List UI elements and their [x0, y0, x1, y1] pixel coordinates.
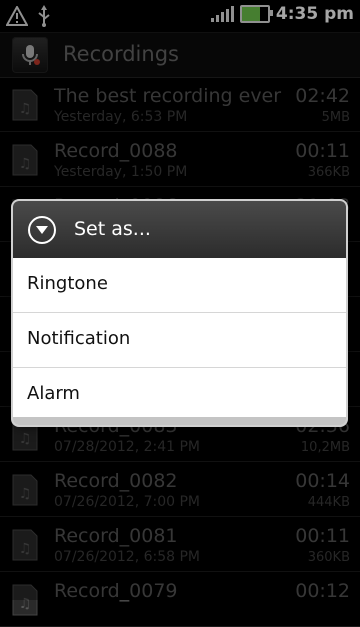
- option-alarm[interactable]: Alarm: [13, 368, 346, 422]
- set-as-dialog: Set as... Ringtone Notification Alarm: [13, 201, 346, 425]
- chevron-down-circle-icon: [28, 216, 56, 244]
- option-notification[interactable]: Notification: [13, 313, 346, 368]
- option-label: Alarm: [27, 383, 80, 404]
- dialog-header: Set as...: [13, 201, 346, 258]
- dialog-footer: [13, 417, 346, 425]
- option-ringtone[interactable]: Ringtone: [13, 258, 346, 313]
- option-label: Ringtone: [27, 273, 108, 294]
- dialog-title: Set as...: [74, 218, 151, 240]
- option-label: Notification: [27, 328, 131, 349]
